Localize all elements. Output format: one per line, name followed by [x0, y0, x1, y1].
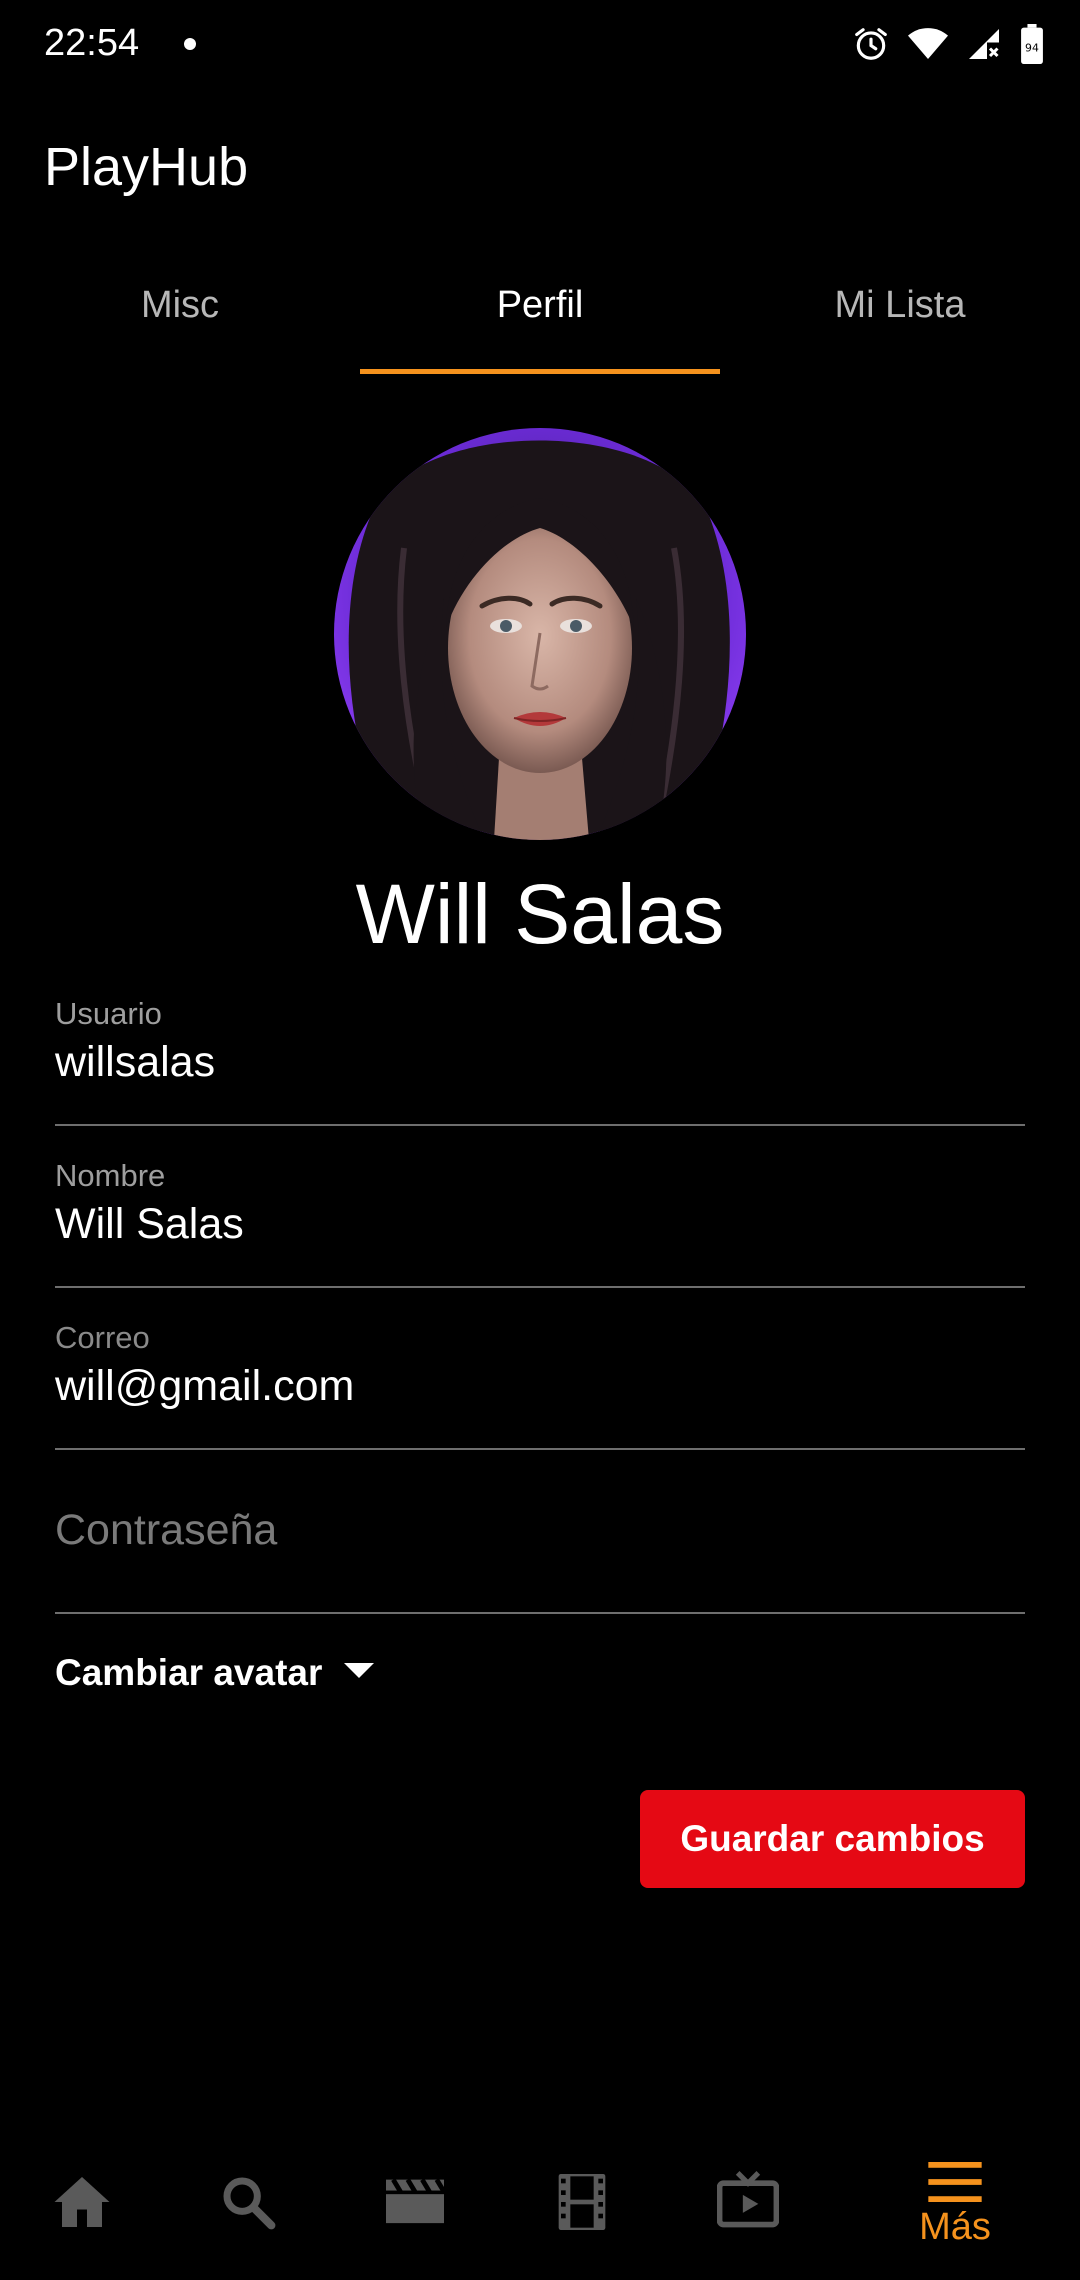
status-time: 22:54 [44, 22, 140, 64]
avatar [334, 428, 746, 840]
name-label: Nombre [55, 1158, 166, 1193]
search-icon [220, 2174, 276, 2230]
name-field[interactable]: Nombre Will Salas [55, 1158, 1025, 1288]
nav-search[interactable] [188, 2140, 308, 2280]
status-icons: 94 [852, 24, 1044, 64]
clapperboard-icon [386, 2174, 444, 2224]
profile-name: Will Salas [355, 867, 725, 961]
password-field[interactable]: Contraseña [55, 1484, 1025, 1614]
change-avatar-dropdown[interactable]: Cambiar avatar [55, 1652, 375, 1694]
nav-more-label: Más [919, 2206, 991, 2248]
name-input[interactable]: Will Salas [55, 1200, 244, 1249]
email-input[interactable]: will@gmail.com [55, 1362, 354, 1411]
tab-bar: Misc Perfil Mi Lista [0, 260, 1080, 374]
change-avatar-label: Cambiar avatar [55, 1652, 323, 1693]
tab-misc[interactable]: Misc [0, 260, 360, 374]
film-strip-icon [558, 2174, 606, 2230]
alarm-icon [852, 25, 890, 63]
home-icon [52, 2174, 112, 2230]
nav-home[interactable] [22, 2140, 142, 2280]
email-label: Correo [55, 1320, 150, 1355]
notification-dot-icon [184, 38, 196, 50]
tab-mi-lista[interactable]: Mi Lista [720, 260, 1080, 374]
signal-icon [966, 26, 1002, 62]
username-input[interactable]: willsalas [55, 1038, 215, 1087]
nav-tv[interactable] [688, 2140, 808, 2280]
nav-movies[interactable] [355, 2140, 475, 2280]
status-bar: 22:54 94 [0, 0, 1080, 90]
wifi-icon [908, 27, 948, 61]
battery-level: 94 [1025, 41, 1039, 54]
tab-perfil[interactable]: Perfil [360, 260, 720, 374]
app-title: PlayHub [44, 137, 249, 197]
password-input[interactable]: Contraseña [55, 1506, 277, 1555]
nav-series[interactable] [522, 2140, 642, 2280]
menu-icon [928, 2162, 982, 2202]
username-label: Usuario [55, 996, 162, 1031]
email-field[interactable]: Correo will@gmail.com [55, 1320, 1025, 1450]
nav-more[interactable]: Más [895, 2140, 1015, 2280]
username-field[interactable]: Usuario willsalas [55, 996, 1025, 1126]
dropdown-arrow-icon [344, 1662, 375, 1684]
save-changes-button[interactable]: Guardar cambios [640, 1790, 1025, 1888]
bottom-navigation: Más [0, 2140, 1080, 2280]
battery-icon: 94 [1020, 24, 1044, 64]
tv-icon [717, 2170, 779, 2230]
